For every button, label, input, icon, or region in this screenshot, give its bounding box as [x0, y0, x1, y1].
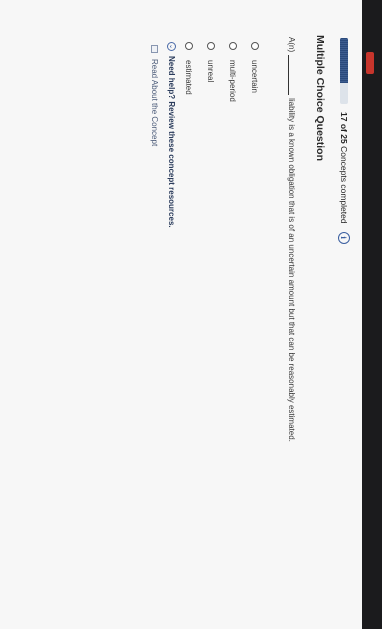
device-edge	[362, 0, 382, 629]
radio-button[interactable]	[185, 42, 193, 50]
option-label: uncertain	[250, 60, 260, 93]
info-icon[interactable]: i	[338, 231, 350, 244]
help-title: Need help? Review these concept resource…	[167, 56, 176, 228]
stem-rest: liability is a known obligation that is …	[287, 98, 296, 442]
radio-button[interactable]	[229, 42, 237, 50]
progress-bar	[340, 38, 348, 104]
option-unreal[interactable]: unreal	[200, 42, 222, 102]
stem-prefix: A(n)	[287, 37, 296, 53]
question-type-title: Multiple Choice Question	[314, 35, 326, 162]
progress-fill	[340, 38, 348, 83]
progress-suffix: Concepts completed	[339, 146, 349, 224]
help-toggle[interactable]: ⌄ Need help? Review these concept resour…	[167, 42, 176, 228]
question-panel: 17 of 25 Concepts completed i Multiple C…	[0, 0, 362, 629]
option-label: multi-period	[228, 60, 238, 102]
option-label: estimated	[184, 60, 194, 95]
option-multi-period[interactable]: multi-period	[222, 42, 244, 102]
answer-blank	[288, 55, 289, 96]
option-label: unreal	[206, 60, 216, 83]
edge-tab	[366, 52, 374, 74]
progress-text: 17 of 25 Concepts completed	[339, 112, 349, 224]
option-uncertain[interactable]: uncertain	[244, 42, 266, 102]
resource-label: Read About the Concept	[150, 59, 159, 147]
radio-button[interactable]	[207, 42, 215, 50]
radio-button[interactable]	[251, 42, 259, 50]
progress-total: 25	[339, 134, 349, 144]
answer-options: uncertain multi-period unreal estimated	[178, 42, 266, 102]
progress-completed: 17	[339, 112, 349, 122]
progress-row: 17 of 25 Concepts completed i	[338, 38, 350, 244]
progress-of: of	[339, 123, 349, 132]
chevron-down-icon: ⌄	[167, 42, 176, 51]
option-estimated[interactable]: estimated	[178, 42, 200, 102]
book-icon	[151, 45, 158, 53]
read-concept-link[interactable]: Read About the Concept	[150, 45, 159, 146]
question-stem: A(n) liability is a known obligation that…	[287, 37, 296, 442]
